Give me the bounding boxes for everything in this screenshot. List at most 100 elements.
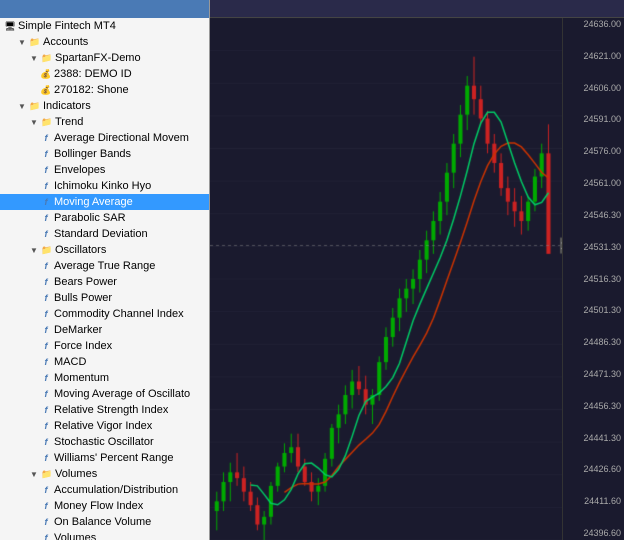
price-label-13: 24441.30 [563,434,624,443]
price-label-10: 24486.30 [563,338,624,347]
navigator-panel: 🖥Simple Fintech MT4▼📁Accounts▼📁SpartanFX… [0,0,210,540]
indicator-icon: f [40,340,52,352]
tree-label-wpr: Williams' Percent Range [54,452,173,464]
tree-item-demo-id[interactable]: 💰2388: DEMO ID [0,66,209,82]
tree-item-vol[interactable]: fVolumes [0,530,209,540]
indicator-icon: f [40,260,52,272]
tree-label-ichimoku: Ichimoku Kinko Hyo [54,180,151,192]
price-label-5: 24561.00 [563,179,624,188]
indicator-icon: f [40,484,52,496]
tree-label-obv: On Balance Volume [54,516,151,528]
indicator-icon: f [40,404,52,416]
expand-icon: ▼ [28,244,40,256]
indicator-icon: f [40,212,52,224]
tree-item-ma[interactable]: fMoving Average [0,194,209,210]
indicator-icon: f [40,516,52,528]
indicator-icon: f [40,196,52,208]
price-label-14: 24426.60 [563,465,624,474]
tree-item-mfi[interactable]: fMoney Flow Index [0,498,209,514]
chart-canvas[interactable]: 24636.0024621.0024606.0024591.0024576.00… [210,18,624,540]
tree-item-envelopes[interactable]: fEnvelopes [0,162,209,178]
tree-item-accounts[interactable]: ▼📁Accounts [0,34,209,50]
tree-item-indicators[interactable]: ▼📁Indicators [0,98,209,114]
tree-label-demarker: DeMarker [54,324,102,336]
indicator-icon: f [40,308,52,320]
account-icon: 💰 [40,84,52,96]
price-label-16: 24396.60 [563,529,624,538]
price-label-2: 24606.00 [563,84,624,93]
tree-item-std-dev[interactable]: fStandard Deviation [0,226,209,242]
tree-label-macd: MACD [54,356,86,368]
tree-label-atr: Average True Range [54,260,155,272]
tree-item-oscillators[interactable]: ▼📁Oscillators [0,242,209,258]
tree-label-simple-fintech: Simple Fintech MT4 [18,20,116,32]
price-label-11: 24471.30 [563,370,624,379]
tree-label-parabolic: Parabolic SAR [54,212,126,224]
tree-item-cci[interactable]: fCommodity Channel Index [0,306,209,322]
tree-label-bb: Bollinger Bands [54,148,131,160]
folder-icon: 📁 [29,100,41,112]
price-label-7: 24531.30 [563,243,624,252]
indicator-icon: f [40,276,52,288]
tree-item-atr[interactable]: fAverage True Range [0,258,209,274]
monitor-icon: 🖥 [4,20,16,32]
tree-item-simple-fintech[interactable]: 🖥Simple Fintech MT4 [0,18,209,34]
tree-item-parabolic[interactable]: fParabolic SAR [0,210,209,226]
tree-label-mfi: Money Flow Index [54,500,143,512]
tree-label-ma: Moving Average [54,196,133,208]
tree-item-wpr[interactable]: fWilliams' Percent Range [0,450,209,466]
tree-item-volumes[interactable]: ▼📁Volumes [0,466,209,482]
tree-label-shone: 270182: Shone [54,84,129,96]
folder-icon: 📁 [41,244,53,256]
tree-item-rsi[interactable]: fRelative Strength Index [0,402,209,418]
tree-item-stoch[interactable]: fStochastic Oscillator [0,434,209,450]
tree-item-macd[interactable]: fMACD [0,354,209,370]
price-label-0: 24636.00 [563,20,624,29]
candlestick-chart [210,18,562,540]
tree-item-mao[interactable]: fMoving Average of Oscillato [0,386,209,402]
tree-item-demarker[interactable]: fDeMarker [0,322,209,338]
tree-label-volumes: Volumes [55,468,97,480]
tree-item-bears[interactable]: fBears Power [0,274,209,290]
tree-item-spartanfx[interactable]: ▼📁SpartanFX-Demo [0,50,209,66]
price-label-3: 24591.00 [563,115,624,124]
price-label-15: 24411.60 [563,497,624,506]
indicator-icon: f [40,388,52,400]
indicator-icon: f [40,148,52,160]
indicator-icon: f [40,500,52,512]
tree-label-vol: Volumes [54,532,96,540]
chart-area: 24636.0024621.0024606.0024591.0024576.00… [210,0,624,540]
tree-item-shone[interactable]: 💰270182: Shone [0,82,209,98]
tree-label-demo-id: 2388: DEMO ID [54,68,132,80]
tree-label-cci: Commodity Channel Index [54,308,184,320]
tree-item-rvi[interactable]: fRelative Vigor Index [0,418,209,434]
tree-item-trend[interactable]: ▼📁Trend [0,114,209,130]
tree-label-force: Force Index [54,340,112,352]
folder-icon: 📁 [29,36,41,48]
tree-label-trend: Trend [55,116,83,128]
tree-item-accum[interactable]: fAccumulation/Distribution [0,482,209,498]
tree-label-bulls: Bulls Power [54,292,112,304]
tree-label-rsi: Relative Strength Index [54,404,168,416]
tree-label-stoch: Stochastic Oscillator [54,436,154,448]
indicator-icon: f [40,180,52,192]
indicator-icon: f [40,420,52,432]
tree-label-momentum: Momentum [54,372,109,384]
indicator-icon: f [40,356,52,368]
price-label-8: 24516.30 [563,275,624,284]
tree-item-force[interactable]: fForce Index [0,338,209,354]
tree-label-indicators: Indicators [43,100,91,112]
tree-item-momentum[interactable]: fMomentum [0,370,209,386]
account-icon: 💰 [40,68,52,80]
tree-item-bb[interactable]: fBollinger Bands [0,146,209,162]
tree-item-obv[interactable]: fOn Balance Volume [0,514,209,530]
tree-item-adm[interactable]: fAverage Directional Movem [0,130,209,146]
tree-item-bulls[interactable]: fBulls Power [0,290,209,306]
indicator-icon: f [40,132,52,144]
price-axis: 24636.0024621.0024606.0024591.0024576.00… [562,18,624,540]
expand-icon: ▼ [28,116,40,128]
folder-icon: 📁 [41,468,53,480]
price-label-9: 24501.30 [563,306,624,315]
indicator-icon: f [40,436,52,448]
tree-item-ichimoku[interactable]: fIchimoku Kinko Hyo [0,178,209,194]
